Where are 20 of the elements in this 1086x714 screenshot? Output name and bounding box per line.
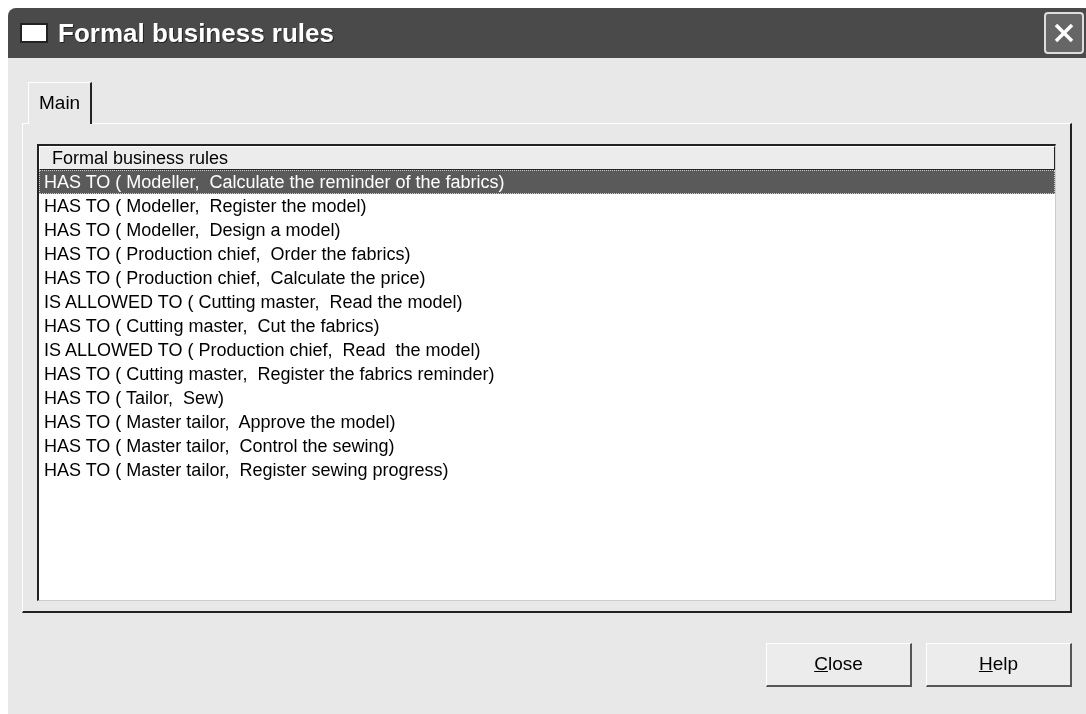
rule-row[interactable]: HAS TO ( Modeller, Design a model) (39, 218, 1055, 242)
rule-row[interactable]: IS ALLOWED TO ( Cutting master, Read the model) (39, 290, 1055, 314)
rule-row[interactable]: HAS TO ( Master tailor, Control the sewing) (39, 434, 1055, 458)
rule-row[interactable]: IS ALLOWED TO ( Production chief, Read the model) (39, 338, 1055, 362)
window-icon (20, 23, 48, 43)
rule-row[interactable]: HAS TO ( Tailor, Sew) (39, 386, 1055, 410)
close-icon[interactable] (1044, 12, 1084, 54)
rule-row[interactable]: HAS TO ( Master tailor, Register sewing progress) (39, 458, 1055, 482)
rule-row[interactable]: HAS TO ( Production chief, Calculate the price) (39, 266, 1055, 290)
rule-row[interactable]: HAS TO ( Cutting master, Register the fabrics reminder) (39, 362, 1055, 386)
rule-row[interactable]: HAS TO ( Cutting master, Cut the fabrics) (39, 314, 1055, 338)
rule-row[interactable]: HAS TO ( Production chief, Order the fabrics) (39, 242, 1055, 266)
tab[interactable]: Main (28, 82, 93, 124)
rule-row[interactable]: HAS TO ( Modeller, Calculate the reminder of the fabrics) (39, 170, 1055, 194)
dialog-button[interactable]: Help (926, 643, 1072, 687)
rule-row[interactable]: HAS TO ( Master tailor, Approve the model) (39, 410, 1055, 434)
rule-row[interactable]: HAS TO ( Modeller, Register the model) (39, 194, 1055, 218)
dialog-button[interactable]: Close (766, 643, 912, 687)
column-header[interactable]: Formal business rules (39, 146, 1055, 170)
window-title: Formal business rules (58, 16, 334, 50)
